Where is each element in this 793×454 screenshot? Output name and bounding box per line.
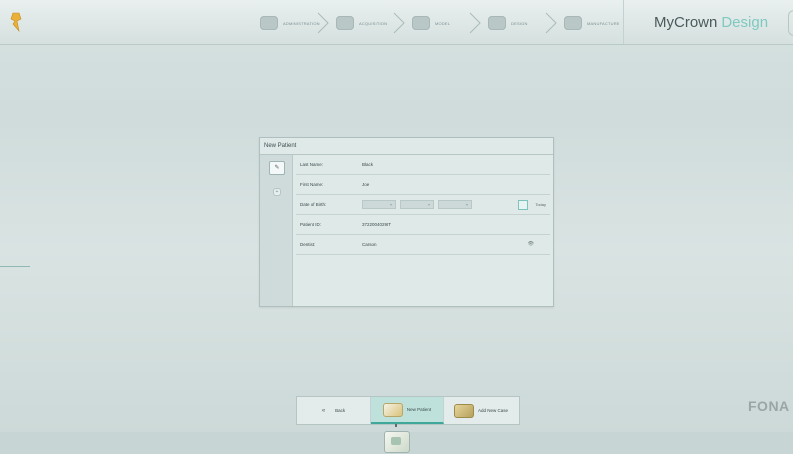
acquisition-icon	[336, 16, 354, 30]
dentist-row: Dentist: Carson 👁	[296, 235, 550, 255]
side-panel-tab[interactable]	[788, 10, 793, 36]
back-button[interactable]: « Back	[297, 397, 371, 424]
dialog-title: New Patient	[260, 138, 553, 155]
dialog-sidebar: ✎ +	[260, 155, 293, 306]
last-name-label: Last Name:	[300, 162, 324, 167]
fona-logo: FONA	[748, 398, 790, 414]
patient-id-field[interactable]: 3722004029IT	[362, 222, 391, 227]
edit-patient-icon[interactable]: ✎	[269, 161, 285, 175]
brand-product: Design	[721, 13, 769, 31]
eye-icon[interactable]: 👁	[528, 241, 534, 247]
double-chevron-left-icon: «	[321, 407, 326, 414]
date-of-birth-label: Date of Birth:	[300, 202, 327, 207]
divider	[0, 266, 30, 267]
first-name-field[interactable]: Joe	[362, 182, 369, 187]
app-brand: MyCrown Design	[623, 0, 793, 44]
add-new-case-button[interactable]: Add New Case	[444, 397, 518, 424]
new-patient-icon	[382, 402, 403, 417]
dentist-field[interactable]: Carson	[362, 242, 377, 247]
step-label: MANUFACTURE	[587, 20, 620, 26]
add-icon[interactable]: +	[273, 188, 281, 196]
administration-icon	[260, 16, 278, 30]
step-label: ACQUISITION	[359, 20, 388, 26]
workflow-step-design[interactable]: DESIGN	[480, 10, 557, 36]
step-label: MODEL	[435, 20, 451, 26]
design-icon	[488, 16, 506, 30]
step-label: DESIGN	[511, 20, 528, 26]
workflow-step-manufacture[interactable]: MANUFACTURE	[556, 10, 632, 36]
patient-case-icon[interactable]	[384, 431, 410, 453]
dob-month-select[interactable]: ▾	[400, 200, 434, 209]
dob-year-select[interactable]: ▾	[438, 200, 472, 209]
patient-id-label: Patient ID:	[300, 222, 322, 227]
top-bar: ADMINISTRATION ACQUISITION MODEL DESIGN …	[0, 0, 793, 45]
today-button[interactable]: Today	[535, 202, 546, 207]
first-name-label: First Name:	[300, 182, 324, 187]
dob-day-select[interactable]: ▾	[362, 200, 396, 209]
chevron-down-icon: ▾	[465, 202, 468, 207]
first-name-row: First Name: Joe	[296, 175, 550, 195]
calendar-icon[interactable]	[518, 200, 528, 210]
workflow-step-acquisition[interactable]: ACQUISITION	[328, 10, 405, 36]
new-patient-button[interactable]: New Patient	[371, 397, 444, 424]
brand-name: MyCrown	[654, 13, 718, 31]
manufacture-icon	[564, 16, 582, 30]
chevron-down-icon: ▾	[427, 202, 430, 207]
chevron-down-icon: ▾	[389, 202, 392, 207]
last-name-field[interactable]: Black	[362, 162, 373, 167]
bottom-toolbar: « Back New Patient Add New Case	[296, 396, 520, 425]
back-label: Back	[335, 408, 346, 413]
new-patient-dialog: New Patient ✎ + Last Name: Black First N…	[259, 137, 554, 307]
add-new-case-icon	[453, 403, 474, 418]
tooth-logo-icon[interactable]	[10, 12, 22, 32]
workflow-step-administration[interactable]: ADMINISTRATION	[252, 10, 329, 36]
step-label: ADMINISTRATION	[283, 20, 320, 26]
indicator-pin-icon	[395, 424, 397, 427]
patient-form: Last Name: Black First Name: Joe Date of…	[296, 155, 550, 255]
add-new-case-label: Add New Case	[477, 408, 508, 413]
workflow-step-model[interactable]: MODEL	[404, 10, 481, 36]
dentist-label: Dentist:	[300, 242, 316, 247]
model-icon	[412, 16, 430, 30]
new-patient-label: New Patient	[406, 407, 432, 412]
last-name-row: Last Name: Black	[296, 155, 550, 175]
workflow-steps: ADMINISTRATION ACQUISITION MODEL DESIGN …	[252, 10, 632, 38]
date-of-birth-row: Date of Birth: ▾ ▾ ▾ Today	[296, 195, 550, 215]
patient-id-row: Patient ID: 3722004029IT	[296, 215, 550, 235]
